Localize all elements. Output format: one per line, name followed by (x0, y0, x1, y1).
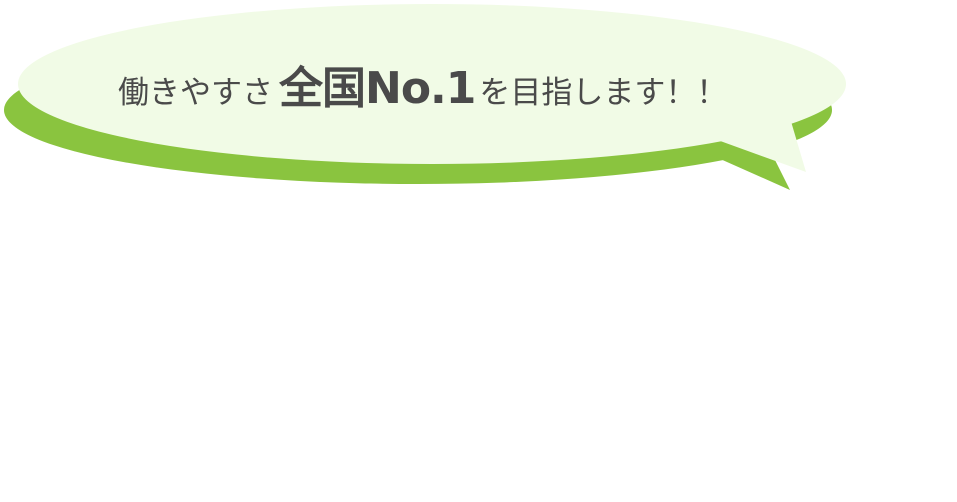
headline-emphasis: 全国No.1 (279, 63, 476, 114)
headline-tail: を目指します！！ (479, 75, 728, 111)
page: 働きやすさ 全国No.1 を目指します！！ (0, 0, 957, 502)
headline-lead: 働きやすさ (118, 75, 273, 111)
headline: 働きやすさ 全国No.1 を目指します！！ (118, 52, 727, 122)
